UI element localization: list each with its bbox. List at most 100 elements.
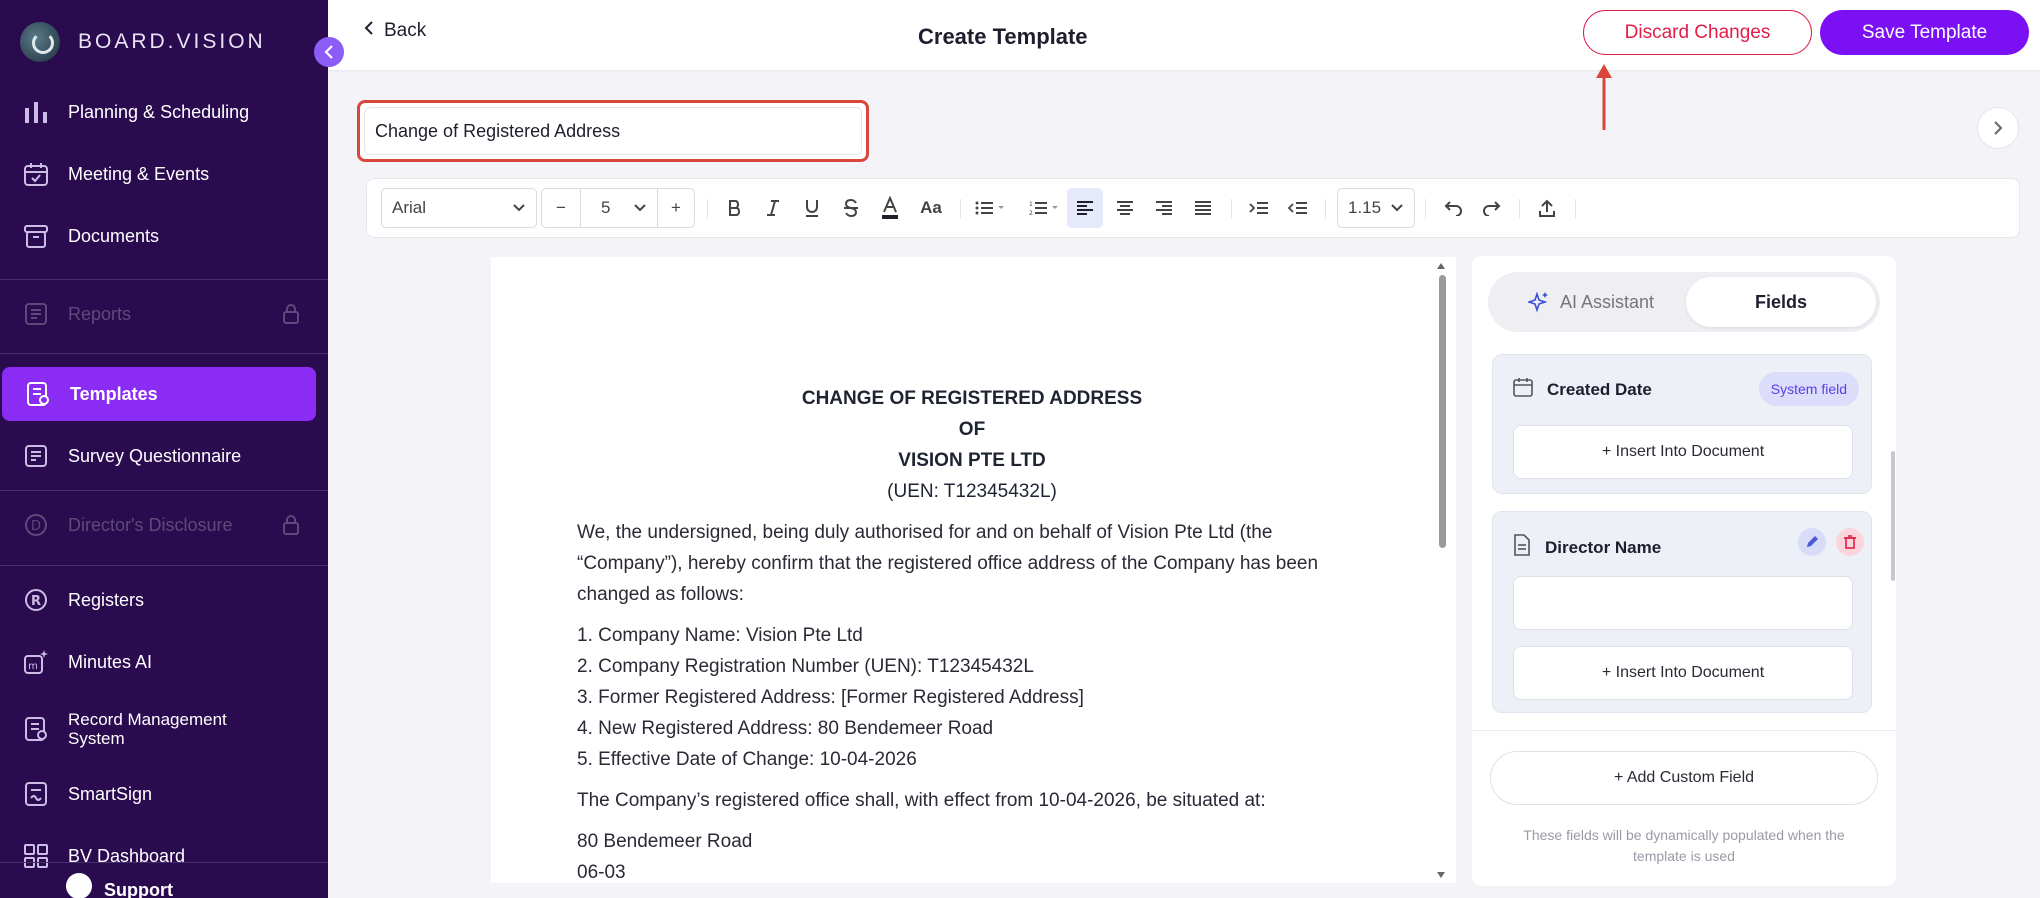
strikethrough-button[interactable] <box>834 188 868 228</box>
undo-button[interactable] <box>1435 188 1471 228</box>
strikethrough-icon <box>844 199 858 217</box>
document-editor[interactable]: CHANGE OF REGISTERED ADDRESS OF VISION P… <box>491 257 1456 883</box>
doc-intro-paragraph: We, the undersigned, being duly authoris… <box>577 522 1319 605</box>
undo-icon <box>1444 201 1462 216</box>
italic-button[interactable] <box>756 188 790 228</box>
underline-button[interactable] <box>795 188 829 228</box>
fields-panel: AI Assistant Fields Created Date System … <box>1472 256 1896 886</box>
doc-heading-line: CHANGE OF REGISTERED ADDRESS <box>801 388 1143 409</box>
text-color-button[interactable] <box>872 188 908 228</box>
decrease-font-size-button[interactable]: − <box>541 188 581 228</box>
chevron-down-icon <box>1391 204 1403 212</box>
export-button[interactable] <box>1529 188 1565 228</box>
toggle-panel-button[interactable] <box>1977 107 2019 149</box>
delete-field-button[interactable] <box>1836 528 1864 556</box>
sidebar-item-label: Templates <box>70 383 158 404</box>
edit-field-button[interactable] <box>1798 528 1826 556</box>
sidebar-item-smartsign[interactable]: SmartSign <box>0 767 328 821</box>
tab-ai-assistant[interactable]: AI Assistant <box>1494 277 1688 327</box>
toolbar-separator <box>960 199 961 219</box>
doc-details-list: 1. Company Name: Vision Pte Ltd 2. Compa… <box>577 620 1377 775</box>
editor-toolbar: Arial − 5 + Aa 12 1.15 <box>366 178 2020 238</box>
document-scroll-thumb[interactable] <box>1439 275 1446 548</box>
toolbar-separator <box>1425 199 1426 219</box>
sidebar-item-documents[interactable]: Documents <box>0 209 328 263</box>
toolbar-separator <box>1575 199 1576 219</box>
scroll-down-icon[interactable] <box>1436 871 1446 879</box>
survey-icon <box>22 442 50 470</box>
panel-footer: + Add Custom Field These fields will be … <box>1472 730 1896 886</box>
document-content[interactable]: CHANGE OF REGISTERED ADDRESS OF VISION P… <box>577 383 1377 883</box>
tab-fields[interactable]: Fields <box>1686 277 1876 327</box>
minutes-ai-icon: m <box>22 648 50 676</box>
field-card-director-name: Director Name + Insert Into Document <box>1492 511 1872 713</box>
sidebar-item-registers[interactable]: R Registers <box>0 573 328 627</box>
sidebar-item-reports: Reports <box>0 287 328 341</box>
disclosure-icon: D <box>22 511 50 539</box>
sidebar-item-label: Registers <box>68 589 145 610</box>
save-template-button[interactable]: Save Template <box>1820 10 2029 55</box>
line-height-value: 1.15 <box>1348 198 1382 217</box>
scroll-up-icon[interactable] <box>1436 262 1446 270</box>
numbered-list-button[interactable]: 12 <box>1024 188 1066 228</box>
sidebar-item-minutes-ai[interactable]: m Minutes AI <box>0 635 328 689</box>
field-header: Created Date <box>1513 377 1652 402</box>
italic-icon <box>767 200 779 216</box>
indent-button[interactable] <box>1241 188 1277 228</box>
arrow-up-annotation-icon <box>1596 64 1612 130</box>
lock-icon <box>282 304 300 329</box>
sidebar-item-meetings[interactable]: Meeting & Events <box>0 147 328 201</box>
insert-into-document-button[interactable]: + Insert Into Document <box>1513 425 1853 479</box>
font-family-select[interactable]: Arial <box>381 188 537 228</box>
sidebar-item-record-management[interactable]: Record Management System <box>0 702 328 756</box>
font-size-select[interactable]: 5 <box>580 188 658 228</box>
template-name-input[interactable] <box>364 107 862 155</box>
sidebar-item-planning[interactable]: Planning & Scheduling <box>0 85 328 139</box>
sidebar-item-survey[interactable]: Survey Questionnaire <box>0 429 328 483</box>
align-justify-button[interactable] <box>1185 188 1221 228</box>
bold-button[interactable] <box>718 188 752 228</box>
sidebar-item-templates[interactable]: Templates <box>2 367 316 421</box>
svg-text:2: 2 <box>1029 210 1033 216</box>
sidebar-item-label: Documents <box>68 225 160 246</box>
template-name-highlight <box>357 100 869 162</box>
sidebar-item-support[interactable]: Support <box>0 863 328 898</box>
redo-button[interactable] <box>1474 188 1510 228</box>
font-size-value: 5 <box>601 198 611 217</box>
insert-into-document-button[interactable]: + Insert Into Document <box>1513 646 1853 700</box>
director-name-input[interactable] <box>1513 576 1853 630</box>
list-item: 3. Former Registered Address: [Former Re… <box>577 687 1084 708</box>
bullet-list-button[interactable] <box>970 188 1012 228</box>
svg-text:1: 1 <box>1029 201 1033 208</box>
outdent-button[interactable] <box>1280 188 1316 228</box>
align-left-icon <box>1077 201 1093 215</box>
lock-icon <box>282 515 300 540</box>
back-label: Back <box>384 20 427 41</box>
add-custom-field-button[interactable]: + Add Custom Field <box>1490 751 1878 805</box>
panel-scrollbar[interactable] <box>1891 451 1895 581</box>
back-button[interactable]: Back <box>364 20 426 42</box>
align-right-button[interactable] <box>1146 188 1182 228</box>
increase-font-size-button[interactable]: + <box>657 188 695 228</box>
sidebar: BOARD.VISION Planning & Scheduling Meeti… <box>0 0 328 898</box>
sidebar-item-label: Survey Questionnaire <box>68 445 242 466</box>
sidebar-item-label: Planning & Scheduling <box>68 101 250 122</box>
doc-statement-paragraph: The Company’s registered office shall, w… <box>577 790 1266 811</box>
text-case-button[interactable]: Aa <box>913 188 949 228</box>
line-height-select[interactable]: 1.15 <box>1337 188 1415 228</box>
list-item: 2. Company Registration Number (UEN): T1… <box>577 656 1034 677</box>
calendar-icon <box>1513 377 1533 402</box>
system-field-badge: System field <box>1758 372 1859 406</box>
field-label: Director Name <box>1545 537 1662 557</box>
brand[interactable]: BOARD.VISION <box>20 22 266 62</box>
brand-name: BOARD.VISION <box>78 30 266 53</box>
list-item: 1. Company Name: Vision Pte Ltd <box>577 625 863 646</box>
page-title: Create Template <box>918 24 1088 49</box>
align-justify-icon <box>1195 201 1211 215</box>
svg-text:R: R <box>31 594 41 609</box>
sidebar-item-label: SmartSign <box>68 783 153 804</box>
align-center-button[interactable] <box>1107 188 1143 228</box>
collapse-sidebar-button[interactable] <box>314 37 344 67</box>
align-left-button[interactable] <box>1067 188 1103 228</box>
discard-changes-button[interactable]: Discard Changes <box>1583 10 1812 55</box>
